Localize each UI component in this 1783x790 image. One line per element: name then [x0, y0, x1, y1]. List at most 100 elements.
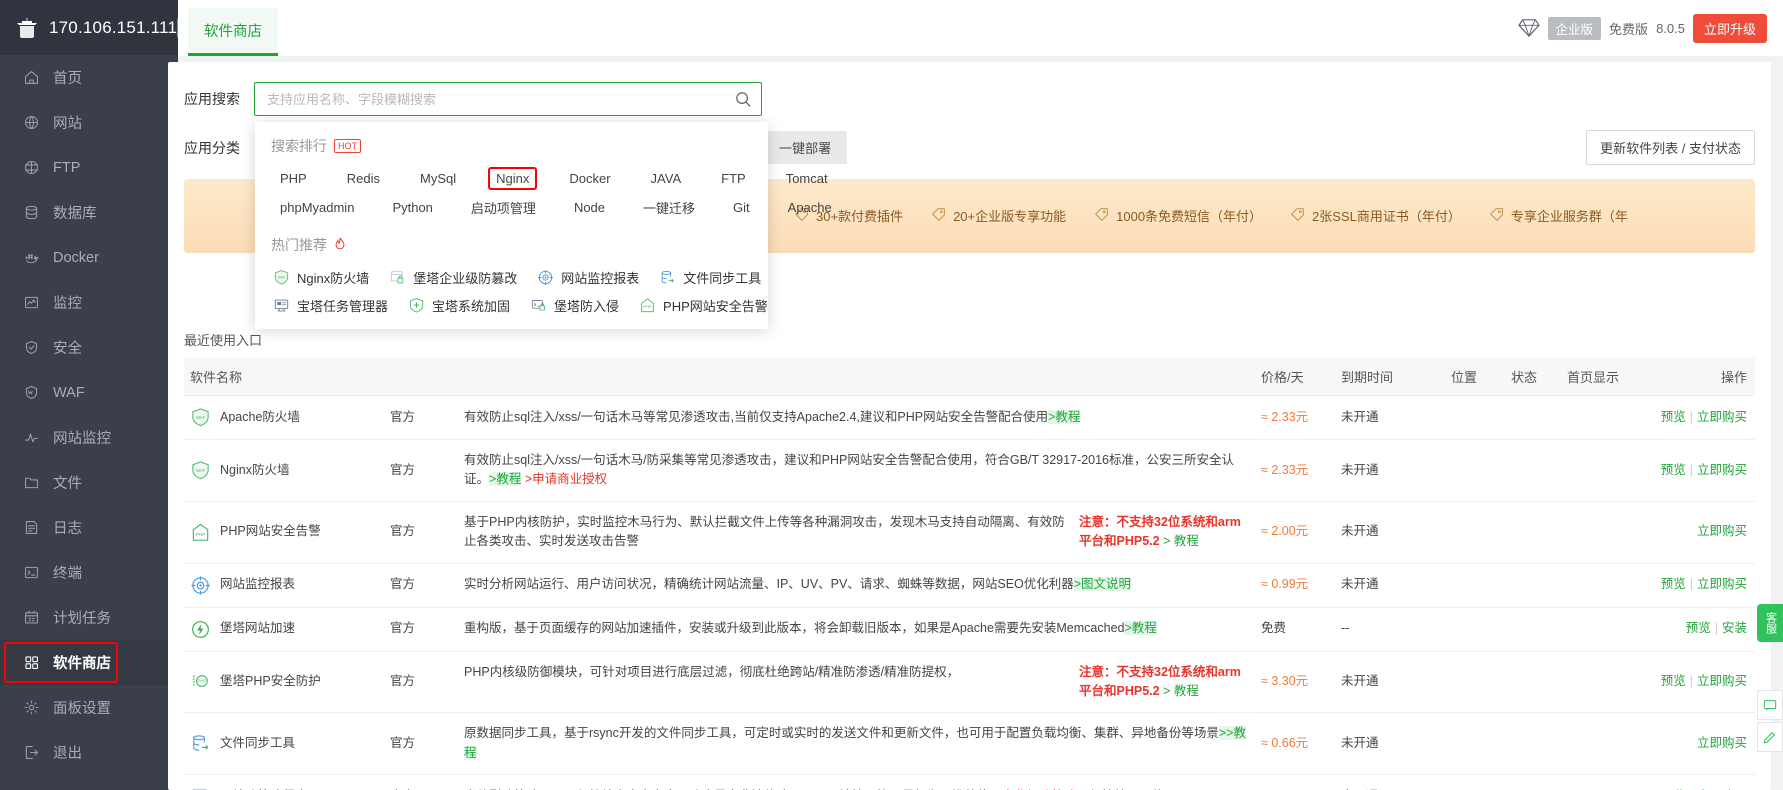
action-预览[interactable]: 预览	[1661, 410, 1686, 424]
action-预览[interactable]: 预览	[1661, 463, 1686, 477]
upgrade-button[interactable]: 立即升级	[1692, 13, 1767, 43]
action-预览[interactable]: 预览	[1661, 674, 1686, 688]
search-keyword-启动项管理[interactable]: 启动项管理	[462, 194, 545, 221]
tab-software-store[interactable]: 软件商店	[188, 8, 278, 56]
search-keyword-python[interactable]: Python	[383, 196, 441, 219]
sidebar-item-2[interactable]: FTP	[0, 145, 178, 190]
cell-price: ≈ 2.33元	[1255, 395, 1335, 440]
search-keyword-redis[interactable]: Redis	[338, 167, 389, 190]
search-keyword-phpmyadmin[interactable]: phpMyadmin	[271, 196, 363, 219]
desc-link[interactable]: >教程	[1048, 409, 1081, 424]
action-预览[interactable]: 预览	[1686, 621, 1711, 635]
promo-feature-label: 20+企业版专享功能	[953, 209, 1067, 224]
hot-recommendation-1[interactable]: 堡塔企业级防篡改	[389, 268, 517, 287]
action-立即购买[interactable]: 立即购买	[1697, 674, 1747, 688]
action-立即购买[interactable]: 立即购买	[1697, 463, 1747, 477]
update-software-list-button[interactable]: 更新软件列表 / 支付状态	[1586, 130, 1755, 165]
search-keyword-ftp[interactable]: FTP	[712, 167, 755, 190]
software-table-wrap: 软件名称 价格/天 到期时间 位置 状态 首页显示 操作 WAF Apache防火…	[184, 358, 1755, 790]
hot-recommendation-0[interactable]: WAF Nginx防火墙	[273, 268, 369, 287]
hot-recommendation-3[interactable]: PHP PHP网站安全告警	[639, 296, 768, 315]
search-keyword-node[interactable]: Node	[565, 196, 614, 219]
hot-recommendation-label: 宝塔任务管理器	[297, 299, 389, 314]
cell-home-display	[1561, 651, 1645, 714]
sidebar-item-11[interactable]: 终端	[0, 550, 178, 595]
sidebar-item-label: 数据库	[53, 206, 97, 222]
action-立即购买[interactable]: 立即购买	[1697, 577, 1747, 591]
promo-feature-2: 1000条免费短信（年付）	[1094, 206, 1262, 225]
sidebar-item-label: 日志	[53, 521, 82, 537]
search-keyword-mysql[interactable]: MySql	[411, 167, 465, 190]
category-chip-5[interactable]: 一键部署	[763, 131, 848, 164]
search-icon[interactable]	[735, 91, 752, 111]
promo-feature-4: 专享企业服务群（年	[1489, 206, 1628, 225]
search-keyword-java[interactable]: JAVA	[642, 167, 691, 190]
sidebar-item-7[interactable]: WAF	[0, 370, 178, 415]
desc-link[interactable]: > 教程	[1163, 684, 1199, 698]
expire-value: 未开通	[1341, 462, 1379, 477]
globe-target-icon	[537, 269, 554, 286]
search-keyword-docker[interactable]: Docker	[560, 167, 619, 190]
hot-recommendation-0[interactable]: 宝塔任务管理器	[273, 296, 388, 315]
hot-recommendation-2[interactable]: 网站监控报表	[537, 268, 639, 287]
th-source	[384, 358, 458, 396]
software-name: Nginx防火墙	[220, 462, 290, 477]
cell-price: ≈ 0.66元	[1255, 712, 1335, 775]
action-立即购买[interactable]: 立即购买	[1697, 410, 1747, 424]
sidebar-item-label: 终端	[53, 566, 82, 582]
hot-recommendation-2[interactable]: 堡塔防入侵	[530, 296, 619, 315]
sidebar-item-9[interactable]: 文件	[0, 460, 178, 505]
sidebar-item-12[interactable]: 计划任务	[0, 595, 178, 640]
cell-source: 官方	[384, 395, 458, 440]
cell-description: 原数据同步工具，基于rsync开发的文件同步工具，可定时或实时的发送文件和更新文…	[458, 712, 1255, 775]
table-row: PHP 堡塔PHP安全防护 官方 PHP内核级防御模块，可针对项目进行底层过滤，彻底杜…	[184, 651, 1755, 714]
search-keyword-apache[interactable]: Apache	[779, 196, 841, 219]
expire-value: --	[1341, 621, 1350, 636]
th-action: 操作	[1645, 358, 1755, 396]
hot-recommendation-3[interactable]: 文件同步工具	[659, 268, 761, 287]
cell-status	[1505, 607, 1561, 652]
sidebar-item-4[interactable]: Docker	[0, 235, 178, 280]
cell-price: ≈ 2.33元	[1255, 439, 1335, 502]
search-box[interactable]	[254, 82, 762, 116]
cell-name: WAF Nginx防火墙	[184, 439, 384, 502]
sidebar-item-15[interactable]: 退出	[0, 730, 178, 775]
promo-feature-label: 2张SSL商用证书（年付）	[1312, 209, 1461, 224]
edit-icon[interactable]	[1757, 722, 1783, 752]
sidebar-item-14[interactable]: 面板设置	[0, 685, 178, 730]
cell-status	[1505, 651, 1561, 714]
expire-value: 未开通	[1341, 524, 1379, 539]
desc-link[interactable]: >教程	[1124, 621, 1157, 636]
cell-home-display	[1561, 712, 1645, 775]
desc-link[interactable]: >教程	[489, 472, 522, 487]
sidebar-item-5[interactable]: 监控	[0, 280, 178, 325]
globe-target-icon	[190, 575, 211, 596]
action-预览[interactable]: 预览	[1661, 577, 1686, 591]
search-keyword-tomcat[interactable]: Tomcat	[777, 167, 837, 190]
customer-service-dock[interactable]: 客服	[1757, 604, 1783, 642]
action-立即购买[interactable]: 立即购买	[1697, 736, 1747, 750]
search-keyword-git[interactable]: Git	[724, 196, 759, 219]
hot-recommendation-1[interactable]: 宝塔系统加固	[408, 296, 510, 315]
message-icon[interactable]	[1757, 690, 1783, 720]
action-安装[interactable]: 安装	[1722, 621, 1747, 635]
desc-link-2[interactable]: >申请商业授权	[525, 472, 607, 486]
svg-text:PHP: PHP	[196, 531, 206, 537]
th-desc	[458, 358, 1255, 396]
sidebar-item-0[interactable]: 首页	[0, 55, 178, 100]
search-keyword-nginx[interactable]: Nginx	[487, 167, 538, 190]
search-input[interactable]	[265, 90, 727, 108]
sidebar-item-10[interactable]: 日志	[0, 505, 178, 550]
sidebar-item-6[interactable]: 安全	[0, 325, 178, 370]
desc-link[interactable]: >图文说明	[1073, 577, 1132, 592]
sidebar-item-13[interactable]: 软件商店	[0, 640, 178, 685]
sidebar-item-8[interactable]: 网站监控	[0, 415, 178, 460]
action-立即购买[interactable]: 立即购买	[1697, 524, 1747, 538]
sidebar-item-1[interactable]: 网站	[0, 100, 178, 145]
search-keyword-php[interactable]: PHP	[271, 167, 316, 190]
recommendation-row-1: WAF Nginx防火墙 堡塔企业级防篡改 网站监控报表 文件同步工具	[255, 259, 768, 287]
desc-link[interactable]: > 教程	[1163, 534, 1199, 548]
sidebar-item-3[interactable]: 数据库	[0, 190, 178, 235]
search-keyword-一键迁移[interactable]: 一键迁移	[634, 194, 704, 221]
tag-icon	[1489, 207, 1504, 225]
